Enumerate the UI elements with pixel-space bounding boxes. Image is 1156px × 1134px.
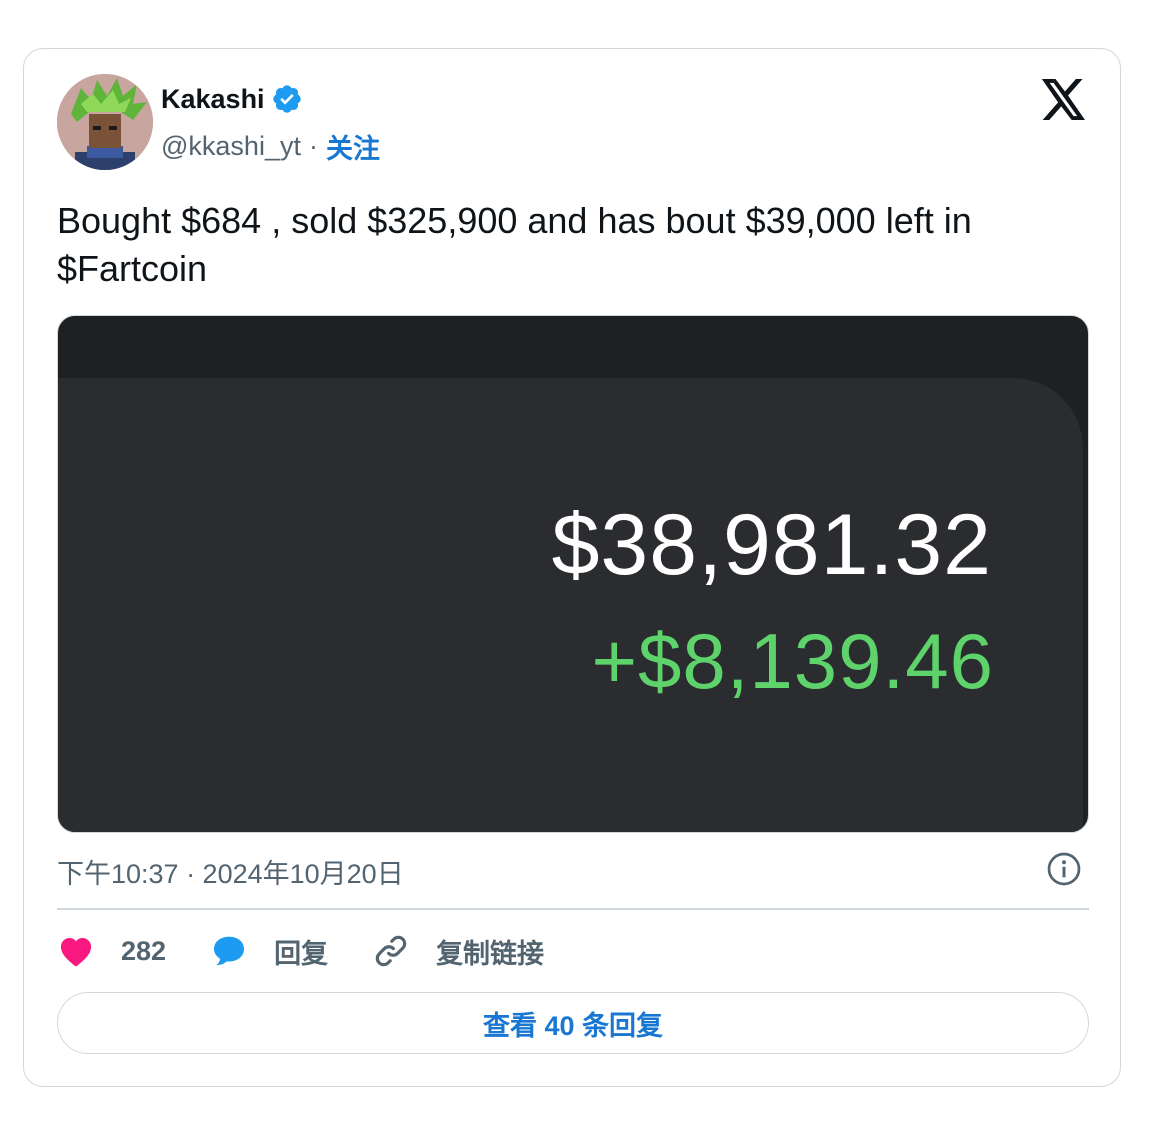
like-button[interactable]: 282 <box>57 932 166 970</box>
x-logo-icon[interactable] <box>1041 79 1087 121</box>
author-handle-row: @kkashi_yt · 关注 <box>161 127 380 166</box>
author-name-row: Kakashi <box>161 83 303 115</box>
copy-link-label: 复制链接 <box>436 938 545 969</box>
separator-dot: · <box>308 131 318 161</box>
author-handle[interactable]: @kkashi_yt <box>161 131 301 162</box>
reply-bubble-icon <box>214 936 245 966</box>
copy-link-button[interactable]: 复制链接 <box>372 932 544 971</box>
media-balance-panel <box>58 378 1083 832</box>
tweet-media-image[interactable]: $38,981.32 +$8,139.46 <box>57 315 1089 833</box>
avatar[interactable] <box>57 74 153 170</box>
balance-change: +$8,139.46 <box>591 617 994 705</box>
tweet-actions: 282 回复 复制链接 <box>57 929 588 973</box>
reply-button[interactable]: 回复 <box>210 932 328 971</box>
tweet-text: Bought $684 , sold $325,900 and has bout… <box>57 200 972 289</box>
view-replies-button[interactable]: 查看 40 条回复 <box>57 992 1089 1054</box>
verified-badge-icon <box>272 85 301 113</box>
info-icon[interactable] <box>1046 851 1082 887</box>
divider <box>57 908 1089 910</box>
likes-count: 282 <box>121 935 167 966</box>
avatar-image <box>57 74 153 170</box>
follow-button[interactable]: 关注 <box>326 127 380 166</box>
tweet-card: Kakashi @kkashi_yt · 关注 Bought $684 , so… <box>23 48 1121 1087</box>
heart-icon <box>60 938 92 967</box>
tweet-timestamp[interactable]: 下午10:37 · 2024年10月20日 <box>57 852 404 891</box>
balance-value: $38,981.32 <box>551 497 992 593</box>
reply-label: 回复 <box>274 938 329 969</box>
link-icon <box>375 935 407 967</box>
author-name[interactable]: Kakashi <box>161 84 265 115</box>
